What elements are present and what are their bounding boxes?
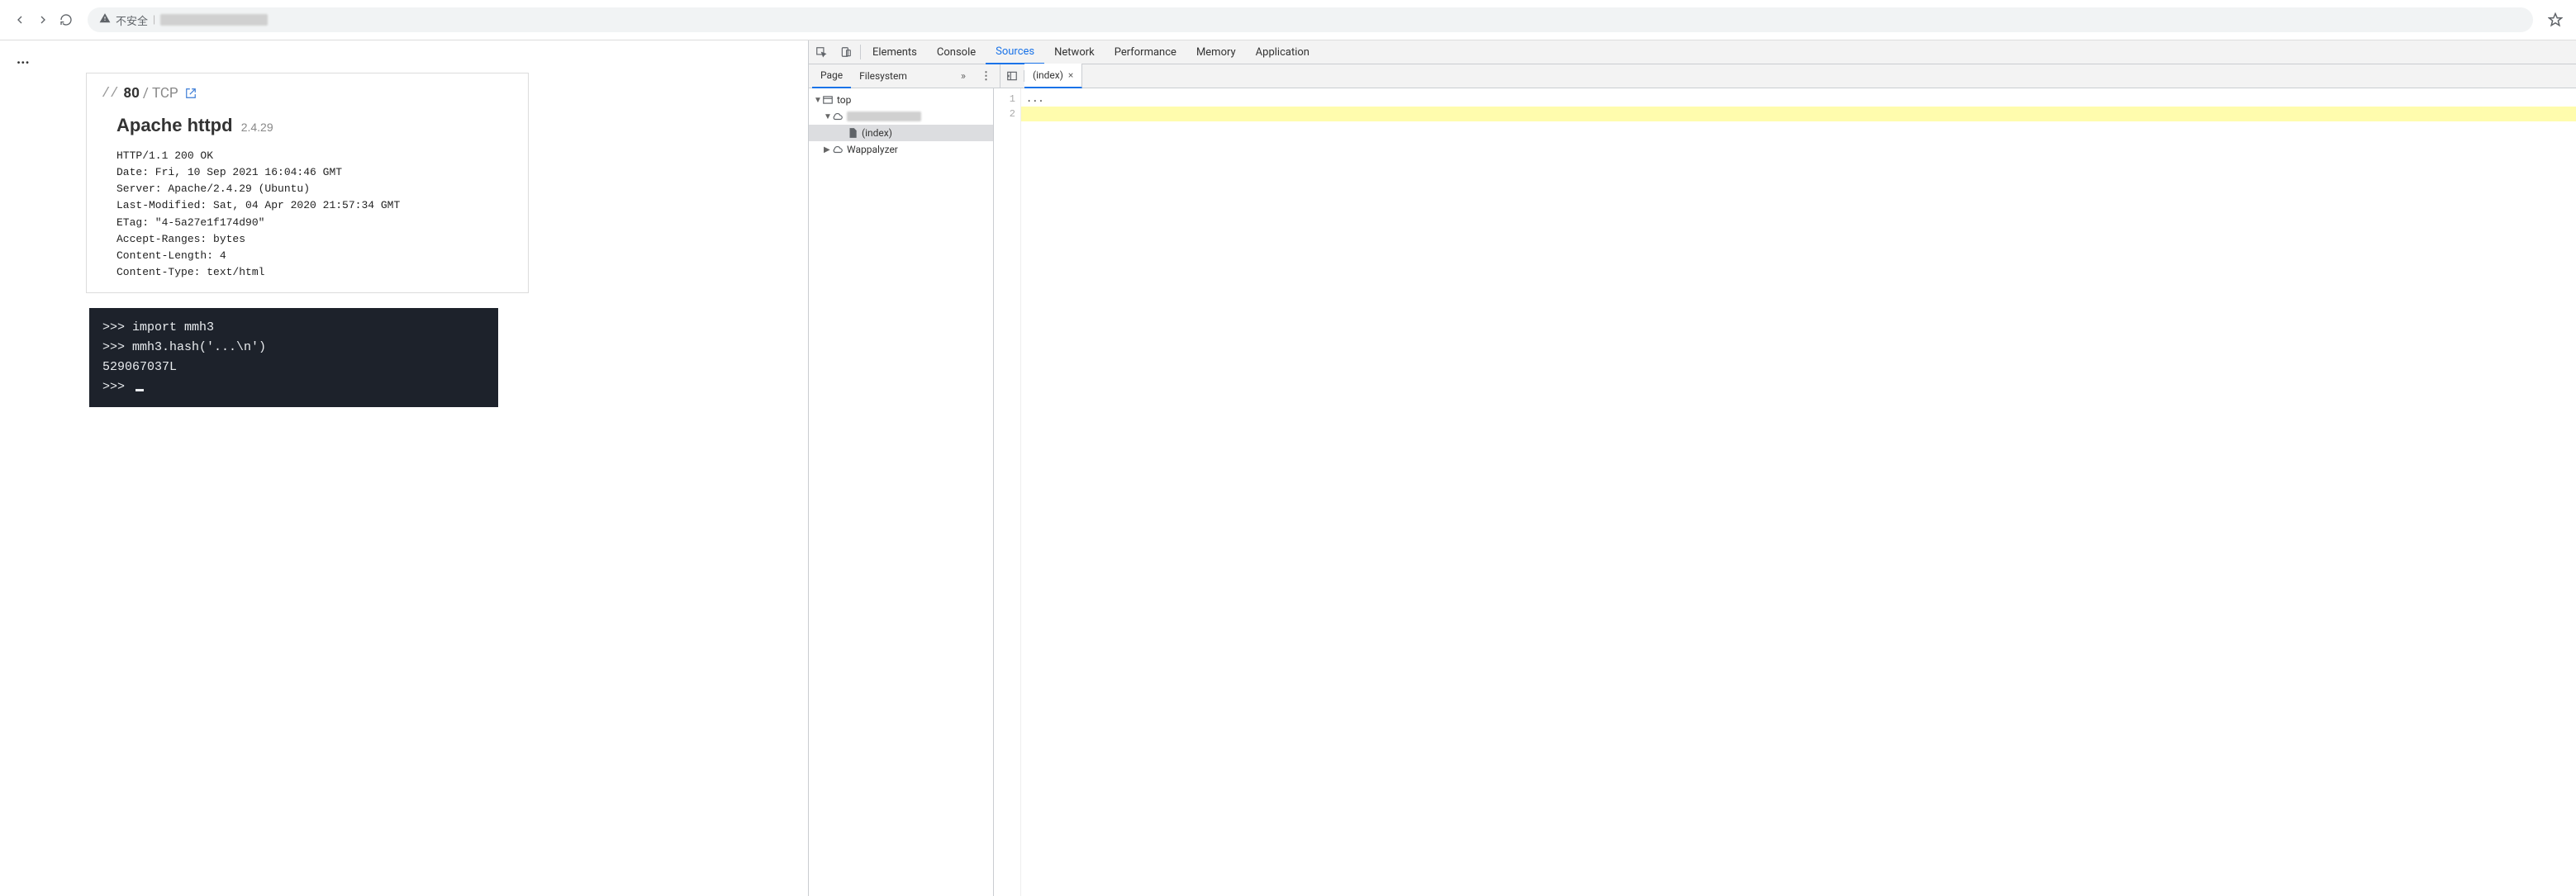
gutter: 1 2: [994, 88, 1021, 896]
cloud-icon: [832, 111, 844, 122]
port-number: 80: [123, 85, 140, 102]
service-title: Apache httpd 2.4.29: [102, 115, 513, 136]
line-number: 1: [994, 92, 1015, 107]
devtools-body: ▼ top ▼ (index) ▶ Wappalyzer: [809, 88, 2576, 896]
divider: [860, 45, 861, 59]
http-headers: HTTP/1.1 200 OK Date: Fri, 10 Sep 2021 1…: [102, 148, 513, 281]
browser-toolbar: 不安全 |: [0, 0, 2576, 40]
devtools-subbar: Page Filesystem » ⋮ (index) ×: [809, 64, 2576, 88]
omnibox-separator: |: [153, 14, 155, 26]
subtab-menu-icon[interactable]: ⋮: [976, 70, 996, 83]
code-lines: ...: [1021, 88, 2576, 896]
terminal-line: >>> mmh3.hash('...\n'): [102, 338, 485, 358]
insecure-icon: [99, 12, 116, 27]
page-content: ... // 80 / TCP Apache httpd 2.4.29 HTTP…: [0, 40, 808, 896]
tree-row-wappalyzer[interactable]: ▶ Wappalyzer: [809, 141, 993, 158]
tree-row-origin[interactable]: ▼: [809, 108, 993, 125]
subtab-page[interactable]: Page: [812, 64, 851, 88]
devtools: Elements Console Sources Network Perform…: [808, 40, 2576, 896]
devtools-tabs: Elements Console Sources Network Perform…: [809, 40, 2576, 64]
file-tree: ▼ top ▼ (index) ▶ Wappalyzer: [809, 88, 994, 896]
port-card: // 80 / TCP Apache httpd 2.4.29 HTTP/1.1…: [86, 73, 529, 293]
tab-network[interactable]: Network: [1044, 40, 1105, 64]
tree-row-index[interactable]: (index): [809, 125, 993, 141]
file-icon: [847, 127, 858, 139]
url-redacted: [160, 14, 268, 26]
tree-label-wappalyzer: Wappalyzer: [847, 144, 898, 155]
window-icon: [822, 94, 834, 106]
bookmark-button[interactable]: [2543, 7, 2568, 32]
service-name: Apache httpd: [116, 115, 233, 135]
terminal-line: 529067037L: [102, 358, 485, 377]
subtab-filesystem[interactable]: Filesystem: [851, 64, 915, 88]
page-ellipsis: ...: [17, 50, 791, 68]
port-protocol: TCP: [152, 85, 178, 102]
terminal: >>> import mmh3 >>> mmh3.hash('...\n') 5…: [89, 308, 498, 407]
terminal-line: >>> import mmh3: [102, 318, 485, 338]
file-tab-index[interactable]: (index) ×: [1024, 64, 1082, 88]
inspect-element-icon[interactable]: [809, 46, 834, 58]
tree-label-index: (index): [862, 127, 892, 139]
cloud-icon: [832, 144, 844, 155]
service-version: 2.4.29: [241, 121, 273, 134]
origin-redacted: [847, 111, 921, 121]
tab-memory[interactable]: Memory: [1186, 40, 1246, 64]
code-editor[interactable]: 1 2 ...: [994, 88, 2576, 896]
chevron-down-icon: ▼: [814, 96, 822, 105]
port-slashes: //: [102, 86, 118, 102]
tab-console[interactable]: Console: [927, 40, 986, 64]
toggle-navigator-icon[interactable]: [1000, 70, 1024, 82]
tab-sources[interactable]: Sources: [986, 40, 1044, 64]
reload-button[interactable]: [55, 8, 78, 31]
tab-application[interactable]: Application: [1246, 40, 1319, 64]
tree-label-top: top: [837, 94, 851, 106]
port-card-header: // 80 / TCP: [102, 85, 513, 102]
subtab-overflow-icon[interactable]: »: [953, 70, 974, 83]
cursor-icon: [135, 389, 144, 391]
sources-sidebar-tabs: Page Filesystem » ⋮: [809, 64, 1000, 88]
forward-button[interactable]: [31, 8, 55, 31]
chevron-down-icon: ▼: [824, 112, 832, 121]
line-number: 2: [994, 107, 1015, 121]
back-button[interactable]: [8, 8, 31, 31]
external-link-icon[interactable]: [185, 88, 197, 99]
file-tab-label: (index): [1033, 69, 1063, 81]
tab-performance[interactable]: Performance: [1105, 40, 1186, 64]
code-line: ...: [1021, 92, 2576, 107]
code-line-highlight: [1021, 107, 2576, 121]
close-icon[interactable]: ×: [1068, 69, 1073, 81]
insecure-label: 不安全: [116, 12, 148, 28]
tab-elements[interactable]: Elements: [863, 40, 927, 64]
device-toggle-icon[interactable]: [834, 46, 858, 58]
port-sep: /: [143, 85, 149, 102]
editor-tabbar: (index) ×: [1000, 64, 2576, 88]
address-bar[interactable]: 不安全 |: [88, 7, 2533, 32]
chevron-right-icon: ▶: [824, 145, 832, 154]
terminal-line: >>>: [102, 377, 485, 397]
tree-row-top[interactable]: ▼ top: [809, 92, 993, 108]
